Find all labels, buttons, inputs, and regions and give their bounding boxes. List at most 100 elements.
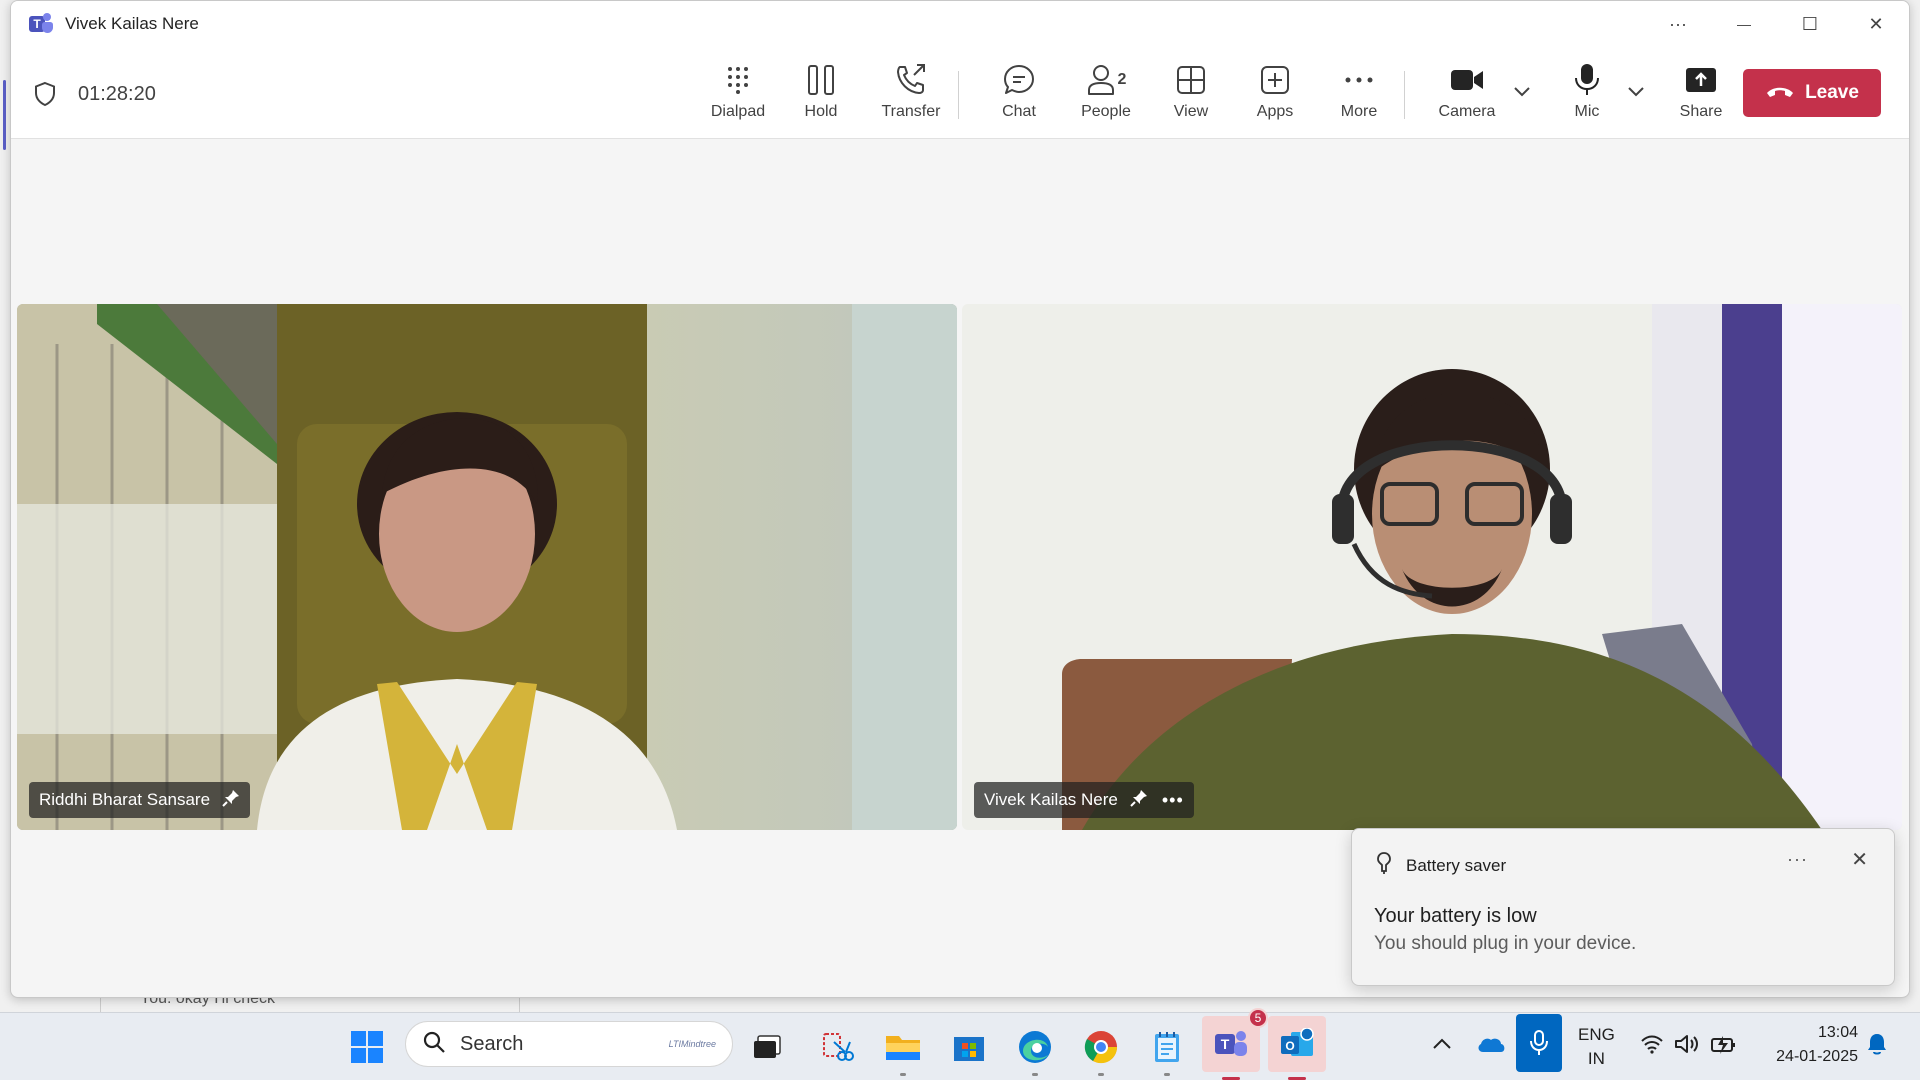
chrome-icon: [1084, 1031, 1118, 1064]
volume-icon[interactable]: [1674, 1034, 1700, 1059]
teams-icon: T: [1215, 1031, 1247, 1056]
more-label: More: [1340, 103, 1378, 120]
people-label: People: [1081, 103, 1131, 120]
region-code: IN: [1587, 1049, 1605, 1068]
leave-button[interactable]: Leave: [1743, 69, 1881, 117]
edge-browser-button[interactable]: [1014, 1026, 1056, 1076]
svg-text:T: T: [1221, 1036, 1230, 1052]
participant-name: Vivek Kailas Nere: [984, 790, 1118, 809]
microphone-tray-icon: [1530, 1030, 1548, 1055]
store-icon: [954, 1037, 984, 1061]
camera-button[interactable]: Camera: [1431, 61, 1503, 127]
call-timer: 01:28:20: [78, 83, 156, 105]
more-dots-icon: [1344, 61, 1374, 99]
running-indicator: [1098, 1073, 1104, 1076]
folder-icon: [886, 1036, 920, 1060]
notification-bell-icon[interactable]: [1866, 1032, 1888, 1061]
mic-options-chevron-icon[interactable]: [1627, 85, 1645, 103]
toolbar-divider: [1404, 71, 1405, 119]
more-button[interactable]: More: [1329, 61, 1389, 127]
notification-body: You should plug in your device.: [1374, 933, 1637, 954]
notification-close-icon[interactable]: ✕: [1851, 847, 1868, 872]
file-explorer-button[interactable]: [882, 1026, 924, 1076]
participant-options-icon[interactable]: •••: [1162, 790, 1184, 811]
notification-title: Your battery is low: [1374, 905, 1537, 927]
snipping-tool-icon: [823, 1033, 854, 1061]
taskbar-clock[interactable]: 13:04 24-01-2025: [1760, 1021, 1858, 1069]
notification-app-name: Battery saver: [1406, 855, 1507, 875]
chat-button[interactable]: Chat: [989, 61, 1049, 127]
dialpad-button[interactable]: Dialpad: [702, 61, 774, 127]
call-toolbar: 01:28:20 Dialpad Hold Transfer Chat 2 Pe…: [11, 47, 1909, 139]
window-more-button[interactable]: ···: [1645, 1, 1711, 47]
title-bar: T Vivek Kailas Nere ··· — ☐ ✕: [11, 1, 1909, 47]
leave-label: Leave: [1805, 82, 1859, 103]
battery-notification[interactable]: Battery saver ··· ✕ Your battery is low …: [1351, 828, 1895, 986]
wifi-icon[interactable]: [1640, 1034, 1664, 1059]
window-controls: ··· — ☐ ✕: [1645, 1, 1909, 47]
pause-icon: [806, 61, 836, 99]
clock-date: 24-01-2025: [1776, 1048, 1858, 1065]
microphone-icon: [1574, 61, 1600, 99]
minimize-button[interactable]: —: [1711, 1, 1777, 47]
participant-name-label: Vivek Kailas Nere •••: [974, 782, 1194, 818]
notification-more-button[interactable]: ···: [1787, 849, 1808, 870]
video-tile-vivek[interactable]: Vivek Kailas Nere •••: [962, 304, 1902, 830]
notification-header: Battery saver: [1376, 851, 1506, 880]
teams-logo-icon: T: [29, 13, 55, 35]
pin-icon[interactable]: [1130, 789, 1148, 812]
dialpad-label: Dialpad: [710, 103, 766, 120]
background-app-accent: [3, 80, 6, 150]
microphone-in-use-indicator[interactable]: [1516, 1014, 1562, 1072]
shield-icon: [33, 81, 57, 112]
task-view-icon: [754, 1035, 781, 1058]
chat-label: Chat: [1002, 103, 1036, 120]
video-tile-riddhi[interactable]: Riddhi Bharat Sansare: [17, 304, 957, 830]
camera-options-chevron-icon[interactable]: [1513, 85, 1531, 103]
task-view-button[interactable]: [746, 1026, 788, 1068]
toolbar-divider: [958, 71, 959, 119]
hang-up-icon: [1765, 82, 1795, 104]
onedrive-icon[interactable]: [1476, 1034, 1506, 1059]
teams-taskbar-button[interactable]: T 5: [1202, 1008, 1268, 1080]
camera-label: Camera: [1438, 103, 1496, 120]
outlook-taskbar-button[interactable]: O: [1268, 1016, 1326, 1080]
edge-icon: [1019, 1031, 1051, 1063]
grid-view-icon: [1175, 61, 1207, 99]
apps-button[interactable]: Apps: [1245, 61, 1305, 127]
hold-button[interactable]: Hold: [791, 61, 851, 127]
mic-label: Mic: [1574, 103, 1600, 120]
people-button[interactable]: 2 People: [1069, 61, 1143, 127]
transfer-button[interactable]: Transfer: [869, 61, 953, 127]
battery-icon[interactable]: [1710, 1034, 1738, 1061]
microsoft-store-button[interactable]: [948, 1026, 990, 1068]
participant-name: Riddhi Bharat Sansare: [39, 790, 211, 809]
running-indicator: [1164, 1073, 1170, 1076]
mic-button[interactable]: Mic: [1557, 61, 1617, 127]
share-label: Share: [1679, 103, 1723, 120]
close-button[interactable]: ✕: [1843, 1, 1909, 47]
hold-label: Hold: [804, 103, 838, 120]
transfer-label: Transfer: [881, 103, 941, 120]
snipping-tool-button[interactable]: [816, 1026, 858, 1068]
participant-name-label: Riddhi Bharat Sansare: [29, 782, 251, 818]
chrome-browser-button[interactable]: [1080, 1026, 1122, 1076]
notepad-button[interactable]: [1146, 1026, 1188, 1076]
start-button[interactable]: [346, 1026, 388, 1068]
phone-transfer-icon: [894, 61, 928, 99]
view-button[interactable]: View: [1161, 61, 1221, 127]
notepad-icon: [1155, 1032, 1179, 1062]
taskbar-search-box[interactable]: Search LTIMindtree: [405, 1021, 733, 1067]
view-label: View: [1173, 103, 1209, 120]
search-brand-logo: LTIMindtree: [668, 1039, 716, 1049]
share-button[interactable]: Share: [1671, 61, 1731, 127]
people-count-badge: 2: [1117, 71, 1127, 88]
pin-icon[interactable]: [222, 789, 240, 812]
participant-video-feed: [17, 304, 957, 830]
svg-text:O: O: [1285, 1039, 1294, 1053]
running-indicator: [900, 1073, 906, 1076]
input-language-indicator[interactable]: ENG IN: [1578, 1023, 1615, 1071]
chevron-up-icon[interactable]: [1432, 1036, 1452, 1055]
maximize-button[interactable]: ☐: [1777, 1, 1843, 47]
person-icon: [1087, 65, 1114, 95]
